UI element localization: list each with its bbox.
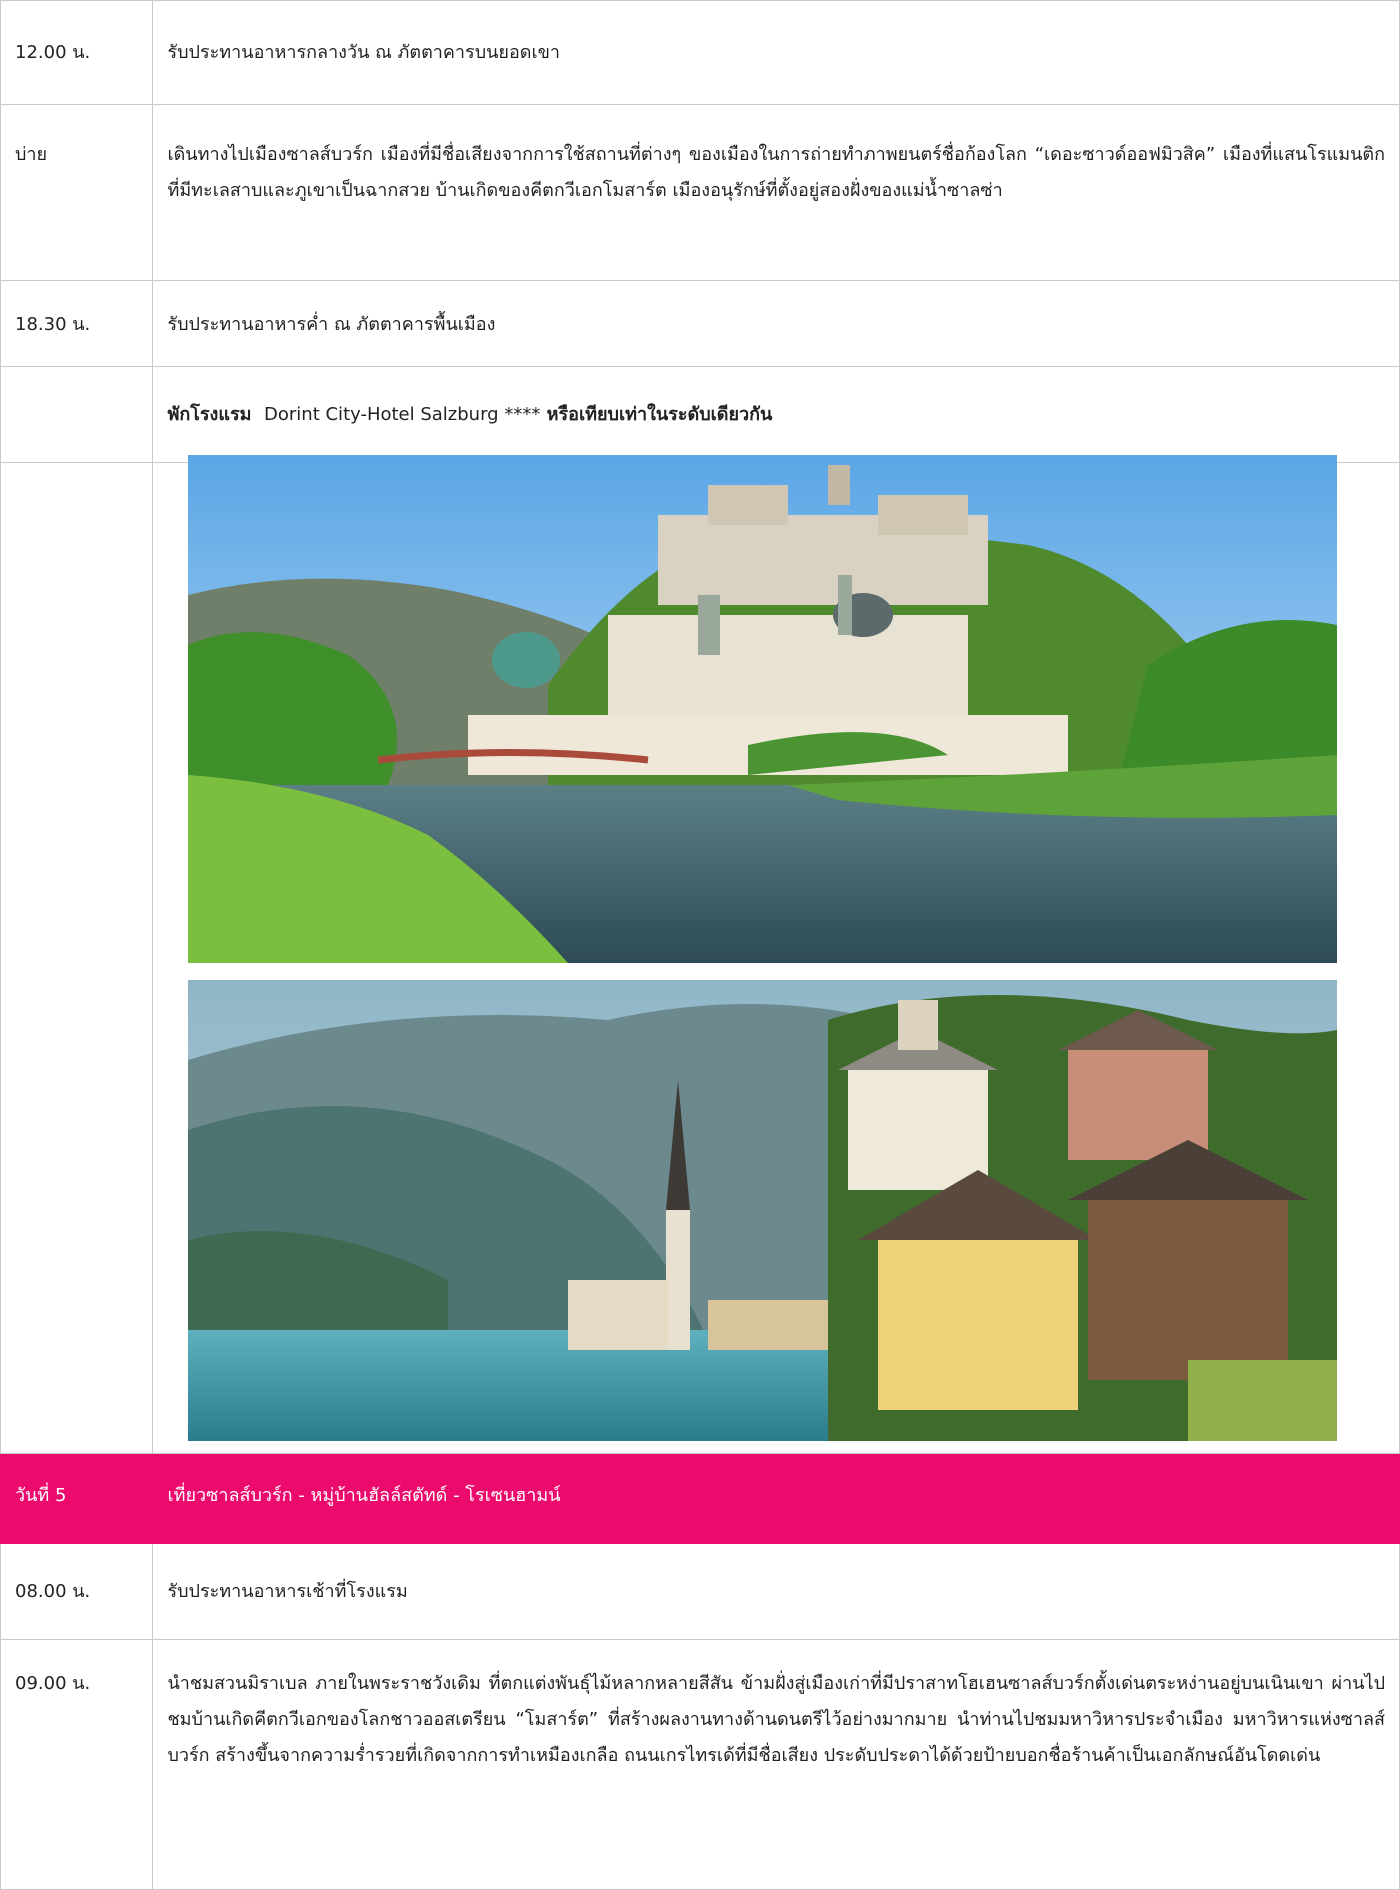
day-title: เที่ยวซาลส์บวร์ก - หมู่บ้านฮัลล์สตัทด์ -… [152,1453,1400,1544]
table-row: 18.30 น. รับประทานอาหารค่ำ ณ ภัตตาคารพื้… [0,280,1400,367]
hotel-prefix: พักโรงแรม [167,404,252,425]
time-cell [0,366,154,463]
table-row: 12.00 น. รับประทานอาหารกลางวัน ณ ภัตตาคา… [0,0,1400,105]
hotel-suffix: หรือเทียบเท่าในระดับเดียวกัน [546,404,773,425]
day-label: วันที่ 5 [0,1453,154,1544]
time-cell [0,462,154,1454]
hotel-row: พักโรงแรม Dorint City-Hotel Salzburg ***… [0,366,1400,463]
description-cell: รับประทานอาหารเช้าที่โรงแรม [152,1543,1400,1640]
table-row: 09.00 น. นำชมสวนมิราเบล ภายในพระราชวังเด… [0,1639,1400,1890]
time-cell: 09.00 น. [0,1639,154,1890]
time-cell: 12.00 น. [0,0,154,105]
table-row: 08.00 น. รับประทานอาหารเช้าที่โรงแรม [0,1543,1400,1640]
salzburg-photo [188,455,1337,963]
time-cell: 08.00 น. [0,1543,154,1640]
time-cell: บ่าย [0,104,154,281]
description-cell: นำชมสวนมิราเบล ภายในพระราชวังเดิม ที่ตกแ… [152,1639,1400,1890]
time-cell: 18.30 น. [0,280,154,367]
day-header-row: วันที่ 5 เที่ยวซาลส์บวร์ก - หมู่บ้านฮัลล… [0,1453,1400,1544]
description-cell: เดินทางไปเมืองซาลส์บวร์ก เมืองที่มีชื่อเ… [152,104,1400,281]
itinerary-page: 12.00 น. รับประทานอาหารกลางวัน ณ ภัตตาคา… [0,0,1400,1890]
hotel-cell: พักโรงแรม Dorint City-Hotel Salzburg ***… [152,366,1400,463]
hallstatt-photo [188,980,1337,1441]
description-cell: รับประทานอาหารค่ำ ณ ภัตตาคารพื้นเมือง [152,280,1400,367]
hotel-name: Dorint City-Hotel Salzburg **** [264,404,541,425]
table-row: บ่าย เดินทางไปเมืองซาลส์บวร์ก เมืองที่มี… [0,104,1400,281]
description-cell: รับประทานอาหารกลางวัน ณ ภัตตาคารบนยอดเขา [152,0,1400,105]
